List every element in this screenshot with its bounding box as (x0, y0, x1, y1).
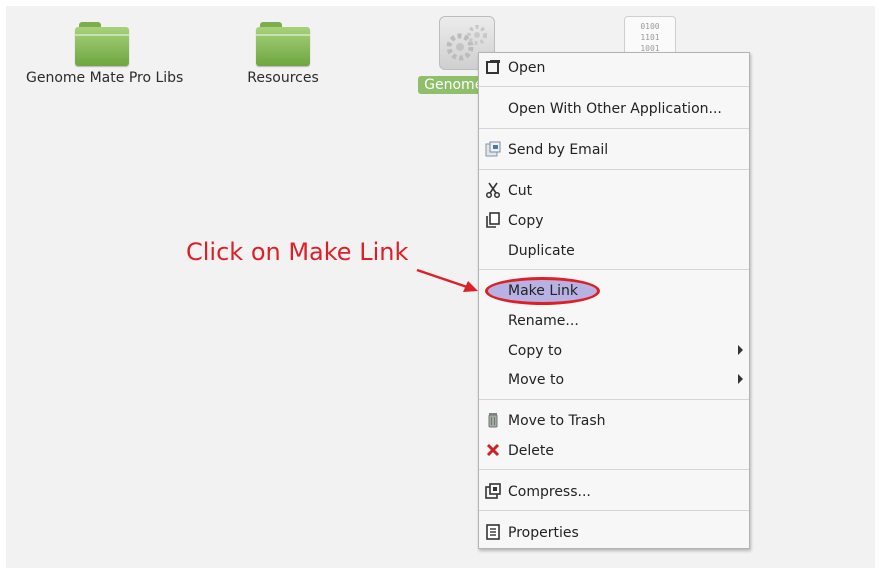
menu-item-label: Properties (508, 525, 579, 541)
menu-item-open[interactable]: Open (479, 55, 749, 81)
submenu-arrow-icon (738, 345, 743, 355)
menu-item-label: Open With Other Application... (508, 101, 722, 117)
open-window-icon (485, 59, 501, 75)
menu-item-label: Compress... (508, 484, 591, 500)
menu-item-label: Move to Trash (508, 413, 606, 429)
menu-item-label: Move to (508, 372, 565, 388)
scissors-icon (485, 182, 501, 199)
menu-item-compress[interactable]: Compress... (479, 479, 749, 505)
menu-separator (479, 510, 749, 511)
compress-icon (485, 483, 501, 499)
email-icon (485, 141, 501, 157)
menu-item-label: Copy (508, 213, 544, 229)
menu-item-copy-to[interactable]: Copy to (479, 338, 749, 364)
menu-item-label: Rename... (508, 313, 579, 329)
submenu-arrow-icon (738, 374, 743, 384)
menu-item-label: Open (508, 60, 546, 76)
menu-item-delete[interactable]: Delete (479, 438, 749, 464)
menu-separator (479, 399, 749, 400)
menu-item-move-to[interactable]: Move to (479, 367, 749, 393)
context-menu: Open Open With Other Application... Send… (478, 52, 750, 549)
menu-item-cut[interactable]: Cut (479, 178, 749, 204)
menu-separator (479, 128, 749, 129)
menu-separator (479, 86, 749, 87)
menu-item-label: Duplicate (508, 243, 575, 259)
menu-separator (479, 269, 749, 270)
menu-separator (479, 169, 749, 170)
menu-item-copy[interactable]: Copy (479, 208, 749, 234)
menu-item-open-with[interactable]: Open With Other Application... (479, 96, 749, 122)
properties-icon (485, 524, 501, 540)
menu-item-make-link[interactable]: Make Link (479, 278, 749, 304)
menu-item-label: Delete (508, 443, 554, 459)
menu-item-duplicate[interactable]: Duplicate (479, 238, 749, 264)
menu-item-label: Cut (508, 183, 533, 199)
menu-item-label: Make Link (508, 283, 578, 299)
menu-item-move-to-trash[interactable]: Move to Trash (479, 408, 749, 434)
menu-item-label: Copy to (508, 343, 563, 359)
trash-icon (485, 412, 501, 428)
delete-x-icon (485, 442, 501, 458)
copy-icon (485, 212, 501, 228)
menu-item-label: Send by Email (508, 142, 609, 158)
menu-separator (479, 469, 749, 470)
menu-item-properties[interactable]: Properties (479, 520, 749, 546)
menu-item-send-by-email[interactable]: Send by Email (479, 137, 749, 163)
menu-item-rename[interactable]: Rename... (479, 308, 749, 334)
